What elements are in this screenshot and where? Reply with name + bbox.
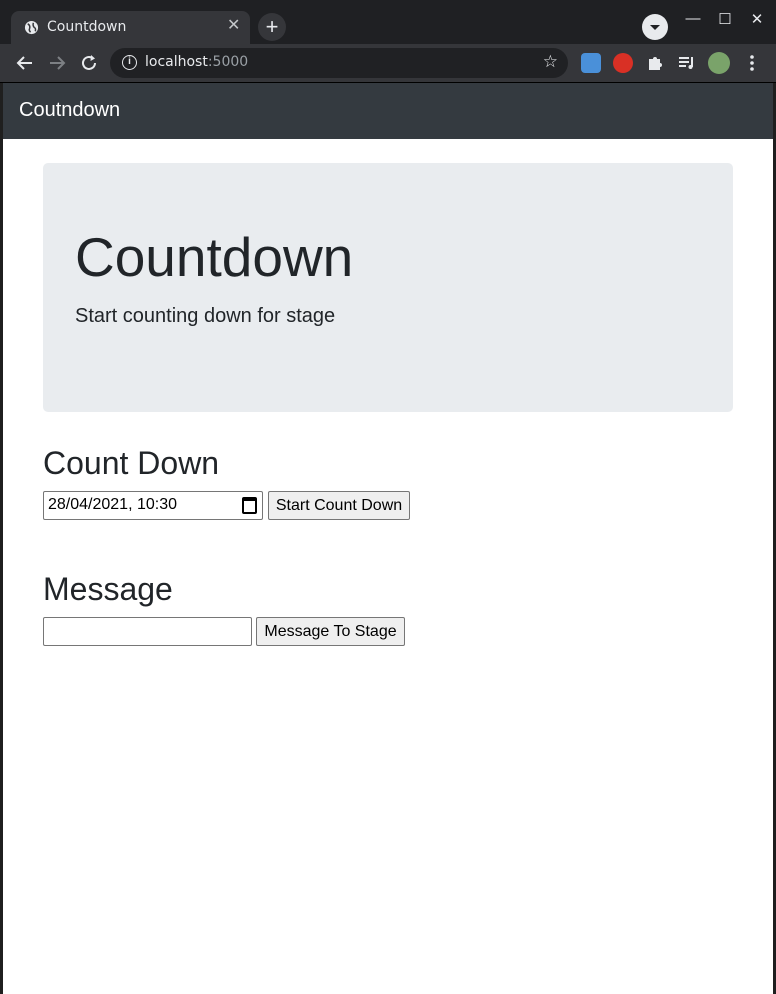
page-title: Countdown [75,226,354,288]
navbar: Coutndown [3,83,773,139]
tab-title: Countdown [47,19,127,35]
calendar-icon[interactable] [242,497,257,514]
message-to-stage-button[interactable]: Message To Stage [256,617,405,646]
jumbotron: Countdown Start counting down for stage [43,163,733,412]
tab-countdown[interactable]: Countdown ✕ [11,11,250,44]
message-heading: Message [43,571,173,607]
globe-icon [24,20,39,35]
translate-extension-icon[interactable] [581,53,601,73]
start-countdown-button[interactable]: Start Count Down [268,491,410,520]
maximize-button[interactable]: ☐ [713,10,737,28]
countdown-heading: Count Down [43,445,220,481]
url-host: localhost [145,54,208,70]
adblock-extension-icon[interactable] [613,53,633,73]
media-queue-icon[interactable] [677,53,697,73]
datetime-input[interactable]: 28/04/2021, 10:30 [43,491,263,520]
info-icon[interactable]: i [122,55,137,70]
minimize-button[interactable]: — [681,10,705,27]
browser-menu-icon[interactable] [742,53,762,73]
address-bar[interactable]: i localhost:5000 ☆ [110,48,568,78]
datetime-value: 28/04/2021, 10:30 [48,496,178,513]
tab-close-icon[interactable]: ✕ [227,18,240,34]
url-text: localhost:5000 [145,54,248,70]
browser-toolbar: i localhost:5000 ☆ [0,44,776,82]
new-tab-button[interactable]: + [258,13,286,41]
back-icon[interactable] [14,52,36,74]
page-lead: Start counting down for stage [75,305,336,327]
browser-window: Countdown ✕ + — ☐ ✕ i localhost:5000 ☆ C… [0,0,776,994]
bookmark-star-icon[interactable]: ☆ [543,52,558,72]
reload-icon[interactable] [78,52,100,74]
url-port: :5000 [207,54,249,70]
forward-icon[interactable] [46,52,68,74]
close-window-button[interactable]: ✕ [745,10,769,28]
profile-avatar[interactable] [708,52,730,74]
message-input[interactable] [43,617,252,646]
tab-search-icon[interactable] [642,14,668,40]
extensions-puzzle-icon[interactable] [645,53,665,73]
tab-strip: Countdown ✕ + — ☐ ✕ [0,0,776,44]
page-content: Coutndown Countdown Start counting down … [3,83,773,994]
navbar-brand[interactable]: Coutndown [19,99,120,122]
